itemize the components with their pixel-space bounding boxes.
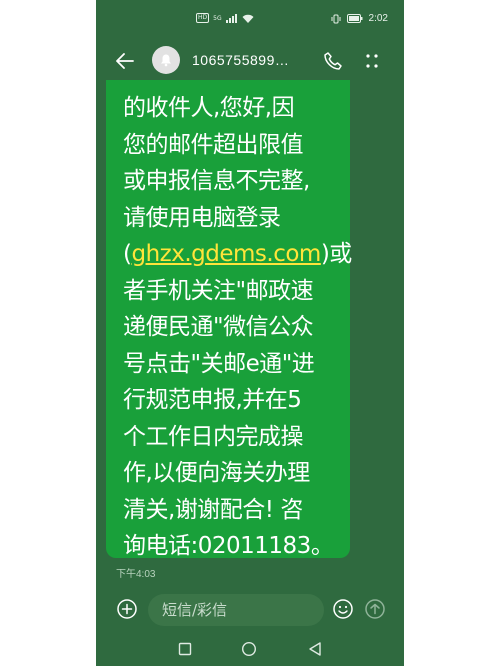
- circle-icon[interactable]: [241, 641, 257, 657]
- vibrate-icon: [331, 14, 341, 23]
- conversation-header: 1065755899…: [96, 40, 404, 80]
- triangle-back-icon[interactable]: [308, 641, 322, 657]
- message-line: 的收件人,您好,因: [123, 95, 295, 121]
- status-left: HD 5G: [196, 13, 254, 23]
- send-arrow-icon[interactable]: [364, 598, 386, 620]
- status-bar: HD 5G 2:02: [96, 0, 404, 36]
- more-dots-icon[interactable]: [364, 50, 380, 72]
- hd-badge: HD: [196, 13, 210, 23]
- message-line: 询电话:02011183。: [123, 533, 334, 559]
- message-line: 个工作日内完成操: [123, 423, 304, 450]
- avatar[interactable]: [152, 46, 180, 74]
- arrow-left-icon[interactable]: [114, 50, 136, 72]
- battery-icon: [346, 14, 363, 23]
- message-line: 作,以便向海关办理: [123, 460, 310, 486]
- message-line: 您的邮件超出限值: [123, 131, 304, 158]
- message-line: 号点击"关邮e通"进: [123, 350, 315, 377]
- wifi-icon: [242, 14, 254, 23]
- status-time: 2:02: [368, 13, 388, 24]
- message-line: 行规范申报,并在5: [123, 387, 302, 413]
- smiley-icon[interactable]: [332, 598, 354, 620]
- bell-icon: [161, 54, 171, 67]
- message-bubble[interactable]: 的收件人,您好,因 您的邮件超出限值 或申报信息不完整, 请使用电脑登录 (gh…: [106, 80, 352, 559]
- message-input[interactable]: [148, 594, 324, 626]
- system-navbar: [96, 634, 404, 666]
- status-right: 2:02: [331, 13, 388, 24]
- plus-circle-icon[interactable]: [116, 598, 138, 620]
- message-line: 清关,谢谢配合! 咨: [123, 496, 303, 523]
- sms-screen: HD 5G 2:02 1065755899… 的收件人,您好,因 您的邮件超出限…: [96, 0, 404, 666]
- network-type-label: 5G: [213, 14, 222, 22]
- message-link-line: (ghzx.gdems.com)或: [123, 236, 352, 273]
- contact-name: 1065755899…: [192, 52, 290, 68]
- link-close-text: )或: [320, 241, 352, 267]
- phone-icon[interactable]: [322, 50, 344, 72]
- message-line: 请使用电脑登录: [123, 204, 281, 231]
- signal-icon: [225, 13, 237, 23]
- compose-bar: [96, 590, 404, 630]
- message-line: 者手机关注"邮政速: [123, 277, 314, 304]
- message-line: 递便民通"微信公众: [123, 314, 314, 340]
- message-link[interactable]: ghzx.gdems.com: [131, 241, 321, 267]
- message-timestamp: 下午4:03: [116, 569, 156, 580]
- message-line: 或申报信息不完整,: [123, 168, 310, 194]
- square-icon[interactable]: [178, 642, 192, 656]
